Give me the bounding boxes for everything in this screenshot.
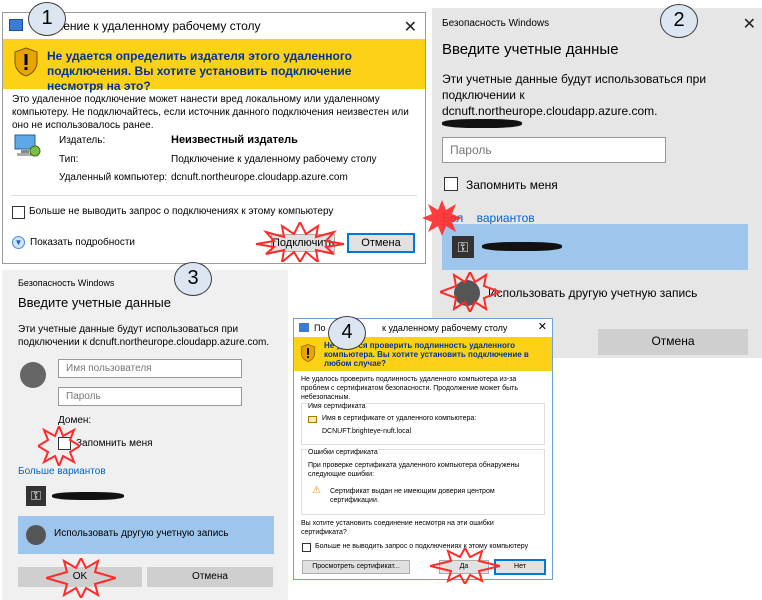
security-header: Безопасность Windows: [442, 18, 550, 29]
close-icon[interactable]: ✕: [404, 17, 417, 36]
username-placeholder: Имя пользователя: [66, 363, 152, 374]
highlight-starburst-other-account: [440, 272, 500, 312]
cert-name-group-label: Имя сертификата: [308, 403, 366, 410]
user-avatar-icon: [20, 362, 46, 388]
highlight-starburst-yes: [430, 548, 500, 584]
rdp-publisher-warning-dialog: чение к удаленному рабочему столу ✕ Не у…: [2, 12, 426, 264]
publisher-value: Неизвестный издатель: [171, 134, 298, 146]
chevron-down-icon: ▼: [12, 236, 25, 249]
type-label: Тип:: [59, 154, 79, 165]
window-title-right: к удаленному рабочему столу: [382, 323, 508, 333]
dialog-title: Введите учетные данные: [18, 295, 172, 310]
dialog-description: Эти учетные данные будут использоваться …: [18, 324, 270, 348]
cert-errors-group-label: Ошибки сертификата: [308, 449, 378, 456]
step-number-1: 1: [28, 2, 66, 36]
warning-banner: Не удается определить издателя этого уда…: [3, 39, 425, 93]
warning-text: Не удается определить издателя этого уда…: [47, 49, 353, 93]
remember-checkbox[interactable]: [444, 177, 458, 191]
credential-name-redacted: [482, 242, 562, 251]
warning-triangle-icon: ⚠: [312, 485, 321, 496]
remote-computer-icon: [14, 134, 41, 157]
dont-ask-checkbox[interactable]: [12, 206, 25, 219]
rdp-certificate-warning-dialog: По к удаленному рабочему столу ✕ Не удае…: [293, 318, 553, 580]
cancel-button[interactable]: Отмена: [598, 329, 748, 355]
user-avatar-icon: [26, 525, 46, 545]
certificate-icon: [308, 416, 317, 423]
cancel-button[interactable]: Отмена: [147, 567, 273, 587]
other-account-row[interactable]: Использовать другую учетную запись: [18, 516, 274, 554]
shield-warning-icon: [300, 344, 316, 362]
details-label: Показать подробности: [30, 237, 135, 248]
remote-label: Удаленный компьютер:: [59, 172, 168, 183]
step-number-3: 3: [174, 262, 212, 296]
rdp-app-icon: [299, 323, 309, 332]
view-certificate-button[interactable]: Просмотреть сертификат...: [302, 560, 410, 574]
divider: [11, 195, 417, 196]
key-icon: ⚿: [452, 236, 474, 258]
close-icon[interactable]: ✕: [538, 320, 547, 333]
publisher-label: Издатель:: [59, 135, 106, 146]
dialog-description: Эти учетные данные будут использоваться …: [442, 72, 707, 118]
other-account-option[interactable]: Использовать другую учетную запись: [488, 286, 697, 300]
step-number-2: 2: [660, 4, 698, 38]
cert-name-group: Имя сертификата Имя в сертификате от уда…: [301, 403, 545, 445]
password-placeholder: Пароль: [66, 391, 101, 402]
remember-label: Запомнить меня: [76, 438, 153, 449]
no-button[interactable]: Нет: [494, 559, 546, 575]
remote-value: dcnuft.northeurope.cloudapp.azure.com: [171, 172, 348, 183]
type-value: Подключение к удаленному рабочему столу: [171, 154, 377, 165]
remember-label: Запомнить меня: [466, 178, 558, 192]
cert-name-value: DCNUFT.brighteye-nuft.local: [322, 428, 412, 435]
dont-ask-label: Больше не выводить запрос о подключениях…: [29, 206, 334, 217]
username-redacted: [442, 119, 522, 128]
highlight-starburst-more-options: [422, 200, 462, 236]
highlight-starburst-ok: [46, 558, 116, 598]
warning-body: Это удаленное подключение может нанести …: [12, 94, 409, 131]
dont-ask-checkbox[interactable]: [302, 543, 311, 552]
cancel-button[interactable]: Отмена: [347, 233, 415, 253]
rdp-app-icon: [9, 19, 23, 31]
question-text: Вы хотите установить соединение несмотря…: [301, 520, 494, 536]
credential-name-redacted: [52, 492, 124, 500]
username-field[interactable]: Имя пользователя: [58, 359, 242, 378]
cert-name-text: Имя в сертификате от удаленного компьюте…: [322, 415, 477, 422]
shield-warning-icon: [14, 47, 38, 77]
title-bar: чение к удаленному рабочему столу ✕: [3, 13, 425, 39]
password-field[interactable]: Пароль: [442, 137, 666, 163]
security-header: Безопасность Windows: [18, 278, 115, 288]
details-toggle[interactable]: ▼ Показать подробности: [12, 236, 152, 250]
other-account-label: Использовать другую учетную запись: [54, 528, 229, 539]
close-icon[interactable]: ✕: [743, 14, 756, 33]
warning-body: Не удалось проверить подлинность удаленн…: [301, 376, 519, 401]
cert-errors-group: Ошибки сертификата При проверке сертифик…: [301, 449, 545, 515]
window-title: чение к удаленному рабочему столу: [57, 19, 261, 33]
highlight-starburst-remember: [38, 426, 80, 466]
cert-errors-text: При проверке сертификата удаленного комп…: [308, 462, 520, 478]
step-number-4: 4: [328, 316, 366, 350]
more-options-link[interactable]: Больше вариантов: [18, 466, 106, 477]
key-icon: ⚿: [26, 486, 46, 506]
cert-error-item: Сертификат выдан не имеющим доверия цент…: [330, 488, 495, 504]
domain-label: Домен:: [58, 415, 92, 426]
highlight-starburst-connect: [256, 222, 344, 262]
password-field[interactable]: Пароль: [58, 387, 242, 406]
dialog-title: Введите учетные данные: [442, 41, 619, 58]
password-placeholder: Пароль: [450, 143, 492, 157]
window-title-left: По: [314, 323, 326, 333]
saved-credential-row[interactable]: ⚿: [442, 224, 748, 270]
